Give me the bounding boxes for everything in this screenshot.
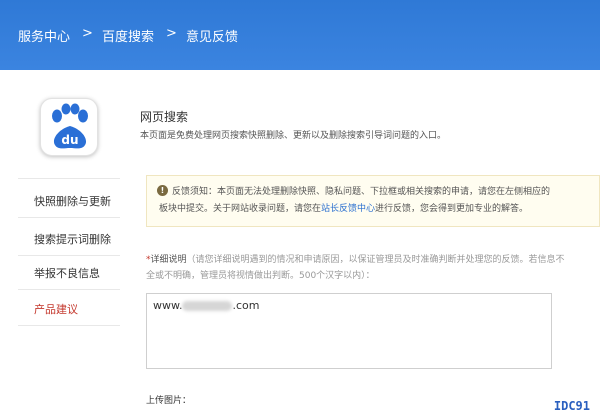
sidebar-item-snapshot[interactable]: 快照删除与更新 (18, 186, 120, 218)
breadcrumb-baidu-search[interactable]: 百度搜索 (102, 26, 154, 45)
notice-line-2: 板块中提交。关于网站收录问题，请您在站长反馈中心进行反馈，您会得到更加专业的解答… (159, 201, 528, 214)
sidebar-item-suggestion-words[interactable]: 搜索提示词删除 (18, 224, 120, 256)
textarea-value-prefix: www. (153, 299, 183, 312)
sidebar: du 快照删除与更新 搜索提示词删除 举报不良信息 产品建议 (18, 90, 120, 415)
detail-label: *详细说明（请您详细说明遇到的情况和申请原因，以保证管理员及时准确判断并处理您的… (146, 252, 565, 265)
detail-hint: （请您详细说明遇到的情况和申请原因，以保证管理员及时准确判断并处理您的反馈。若信… (186, 255, 565, 265)
notice-box: ! 反馈须知：本页面无法处理删除快照、隐私问题、下拉框或相关搜索的申请，请您在左… (146, 175, 600, 227)
section-description: 本页面是免费处理网页搜索快照删除、更新以及删除搜索引导词问题的入口。 (140, 131, 447, 141)
notice-text: 进行反馈，您会得到更加专业的解答。 (375, 204, 529, 214)
redacted-blur (182, 301, 233, 311)
breadcrumb-service-center[interactable]: 服务中心 (18, 26, 70, 45)
notice-text: 板块中提交。关于网站收录问题，请您在 (159, 204, 322, 214)
watermark-text: IDC91 (553, 399, 590, 413)
textarea-value: www. .com (153, 299, 259, 312)
notice-line-1: 反馈须知：本页面无法处理删除快照、隐私问题、下拉框或相关搜索的申请，请您在左侧相… (172, 187, 551, 197)
detail-label-text: 详细说明 (150, 255, 187, 265)
info-icon: ! (157, 185, 168, 196)
detail-hint-line-2: 全或不明确，管理员将视情做出判断。500个汉字以内）： (146, 271, 375, 281)
upload-image-label: 上传图片： (146, 396, 192, 406)
sidebar-item-report[interactable]: 举报不良信息 (18, 258, 120, 290)
baidu-paw-icon: du (52, 103, 88, 149)
textarea-value-suffix: .com (232, 299, 260, 312)
top-header-bar: 服务中心 > 百度搜索 > 意见反馈 (0, 0, 600, 70)
baidu-logo: du (40, 98, 98, 156)
section-title: 网页搜索 (140, 110, 189, 124)
breadcrumb-feedback: 意见反馈 (186, 30, 239, 45)
breadcrumb-separator: > (166, 26, 177, 41)
detail-textarea[interactable]: www. .com (146, 293, 552, 369)
webmaster-feedback-link[interactable]: 站长反馈中心 (321, 204, 375, 214)
breadcrumb-separator: > (82, 26, 93, 41)
logo-text: du (61, 133, 78, 147)
sidebar-item-product-suggestion[interactable]: 产品建议 (18, 294, 120, 326)
sidebar-divider (18, 178, 120, 179)
